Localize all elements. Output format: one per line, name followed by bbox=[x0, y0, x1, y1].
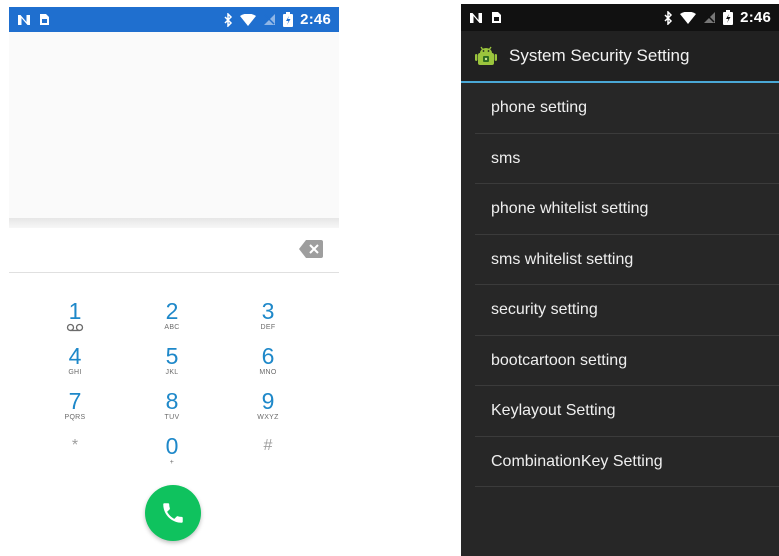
key-letters: TUV bbox=[164, 414, 180, 421]
key-digit: 2 bbox=[165, 298, 179, 324]
status-time: 2:46 bbox=[740, 9, 771, 26]
key-digit: # bbox=[263, 437, 273, 454]
key-digit: 4 bbox=[68, 343, 82, 369]
list-item-bootcartoon-setting[interactable]: bootcartoon setting bbox=[461, 336, 779, 387]
android-icon bbox=[475, 46, 497, 65]
list-item-keylayout-setting[interactable]: Keylayout Setting bbox=[461, 386, 779, 437]
key-digit: 6 bbox=[261, 343, 275, 369]
list-item-security-setting[interactable]: security setting bbox=[461, 285, 779, 336]
voicemail-icon bbox=[66, 323, 84, 332]
list-item-phone-setting[interactable]: phone setting bbox=[461, 83, 779, 134]
key-digit: * bbox=[71, 437, 79, 454]
key-letters: WXYZ bbox=[257, 414, 279, 421]
n-icon bbox=[469, 12, 483, 24]
key-2[interactable]: 2 ABC bbox=[142, 299, 202, 343]
list-item-sms[interactable]: sms bbox=[461, 134, 779, 185]
key-6[interactable]: 6 MNO bbox=[238, 344, 298, 388]
key-digit: 8 bbox=[165, 388, 179, 414]
sim-icon bbox=[39, 13, 50, 26]
app-bar: System Security Setting bbox=[461, 31, 779, 83]
battery-icon bbox=[283, 12, 294, 27]
wifi-icon bbox=[680, 11, 697, 24]
key-letters: ABC bbox=[164, 324, 180, 331]
key-5[interactable]: 5 JKL bbox=[142, 344, 202, 388]
key-letters: DEF bbox=[260, 324, 276, 331]
key-8[interactable]: 8 TUV bbox=[142, 389, 202, 433]
status-bar: 2:46 bbox=[9, 7, 339, 32]
settings-screen: 2:46 System Security Setting phone setti… bbox=[461, 4, 779, 556]
key-7[interactable]: 7 PQRS bbox=[45, 389, 105, 433]
key-digit: 0 bbox=[165, 433, 179, 459]
page-title: System Security Setting bbox=[509, 46, 690, 65]
key-1[interactable]: 1 bbox=[45, 299, 105, 343]
settings-list: phone setting sms phone whitelist settin… bbox=[461, 83, 779, 487]
key-digit: 9 bbox=[261, 388, 275, 414]
sim-icon bbox=[491, 11, 502, 24]
no-sim-icon bbox=[263, 13, 276, 26]
key-letters: + bbox=[169, 459, 175, 466]
list-item-phone-whitelist-setting[interactable]: phone whitelist setting bbox=[461, 184, 779, 235]
key-digit: 3 bbox=[261, 298, 275, 324]
key-hash[interactable]: # bbox=[238, 434, 298, 478]
battery-icon bbox=[723, 10, 734, 25]
list-item-combinationkey-setting[interactable]: CombinationKey Setting bbox=[461, 437, 779, 488]
bluetooth-icon bbox=[664, 10, 673, 25]
key-letters: GHI bbox=[68, 369, 82, 376]
wifi-icon bbox=[240, 13, 257, 26]
dialer-content-area bbox=[9, 32, 339, 218]
key-digit: 5 bbox=[165, 343, 179, 369]
key-9[interactable]: 9 WXYZ bbox=[238, 389, 298, 433]
key-letters: MNO bbox=[259, 369, 277, 376]
bluetooth-icon bbox=[224, 12, 233, 27]
digits-input[interactable] bbox=[9, 228, 339, 272]
phone-icon bbox=[163, 503, 183, 523]
key-star[interactable]: * bbox=[45, 434, 105, 478]
key-4[interactable]: 4 GHI bbox=[45, 344, 105, 388]
dialer-screen: 2:46 1 2 ABC 3 DEF 4 GHI 5 JKL 6 MNO 7 PQRS 8 TUV 9 WXYZ… bbox=[9, 7, 339, 555]
key-digit: 1 bbox=[68, 298, 82, 324]
key-3[interactable]: 3 DEF bbox=[238, 299, 298, 343]
no-sim-icon bbox=[703, 11, 716, 24]
key-0[interactable]: 0 + bbox=[142, 434, 202, 478]
status-time: 2:46 bbox=[300, 11, 331, 28]
status-bar: 2:46 bbox=[461, 4, 779, 31]
key-letters: PQRS bbox=[64, 414, 86, 421]
call-button[interactable] bbox=[145, 485, 201, 541]
key-letters: JKL bbox=[165, 369, 179, 376]
n-icon bbox=[17, 14, 31, 26]
divider bbox=[9, 218, 339, 228]
backspace-icon[interactable] bbox=[299, 240, 323, 258]
list-item-sms-whitelist-setting[interactable]: sms whitelist setting bbox=[461, 235, 779, 286]
key-digit: 7 bbox=[68, 388, 82, 414]
